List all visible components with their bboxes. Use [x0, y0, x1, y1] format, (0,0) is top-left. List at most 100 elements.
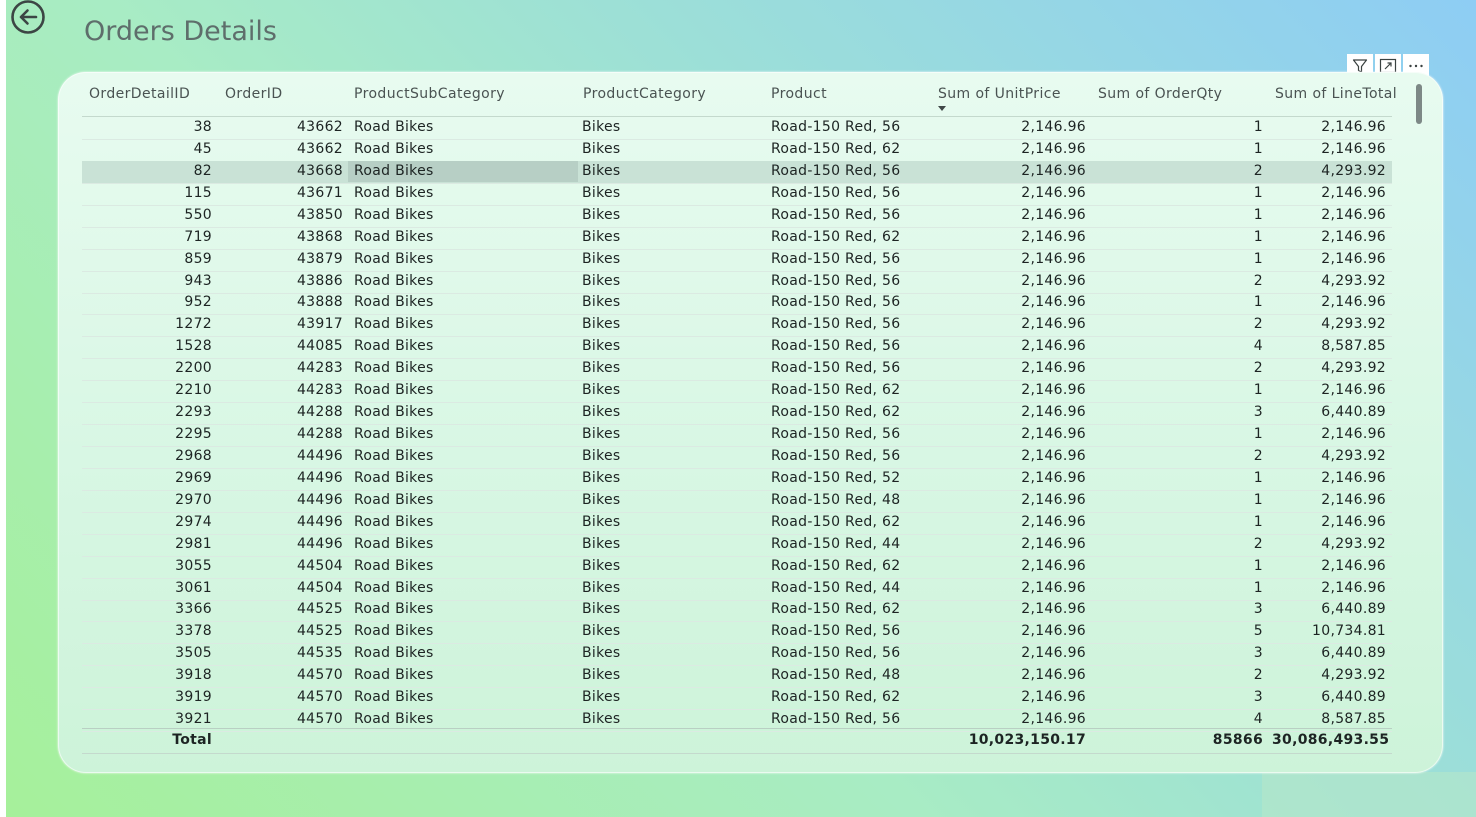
- table-row[interactable]: 115 43671 Road Bikes Bikes Road-150 Red, 56 2…: [82, 183, 1392, 206]
- cell-orderid: 44283: [296, 360, 343, 376]
- col-header-productcategory[interactable]: ProductCategory: [583, 86, 706, 102]
- table-row[interactable]: 2295 44288 Road Bikes Bikes Road-150 Red, 56…: [82, 424, 1392, 447]
- scrollbar-thumb[interactable]: [1416, 84, 1422, 124]
- cell-sum-unitprice: 2,146.96: [1021, 601, 1086, 617]
- table-row[interactable]: 2200 44283 Road Bikes Bikes Road-150 Red, 56…: [82, 358, 1392, 381]
- cell-sum-unitprice: 2,146.96: [1021, 689, 1086, 705]
- cell-sum-orderqty: 3: [1253, 601, 1263, 617]
- cell-orderid: 43671: [296, 185, 343, 201]
- cell-productsubcategory: Road Bikes: [354, 207, 434, 223]
- cell-product: Road-150 Red, 48: [771, 667, 901, 683]
- table-row[interactable]: 2974 44496 Road Bikes Bikes Road-150 Red, 62…: [82, 512, 1392, 535]
- cell-orderdetailid: 2293: [175, 404, 212, 420]
- cell-orderid: 44504: [296, 558, 343, 574]
- total-label: Total: [172, 732, 212, 748]
- cell-orderdetailid: 2210: [175, 382, 212, 398]
- cell-orderid: 44496: [296, 536, 343, 552]
- cell-productsubcategory: Road Bikes: [354, 141, 434, 157]
- cell-productsubcategory: Road Bikes: [354, 580, 434, 596]
- cell-productcategory: Bikes: [582, 558, 621, 574]
- table-row[interactable]: 2970 44496 Road Bikes Bikes Road-150 Red, 48…: [82, 490, 1392, 513]
- cell-product: Road-150 Red, 62: [771, 558, 901, 574]
- cell-product: Road-150 Red, 56: [771, 185, 901, 201]
- col-header-sum-orderqty[interactable]: Sum of OrderQty: [1098, 86, 1222, 102]
- table-row[interactable]: 3061 44504 Road Bikes Bikes Road-150 Red, 44…: [82, 578, 1392, 601]
- table-row[interactable]: 2293 44288 Road Bikes Bikes Road-150 Red, 62…: [82, 402, 1392, 425]
- col-header-sum-unitprice[interactable]: Sum of UnitPrice: [938, 86, 1061, 102]
- table-row[interactable]: 82 43668 Road Bikes Bikes Road-150 Red, 56 2,…: [82, 161, 1392, 184]
- cell-productsubcategory: Road Bikes: [354, 229, 434, 245]
- cell-productsubcategory: Road Bikes: [354, 645, 434, 661]
- cell-sum-linetotal: 2,146.96: [1321, 470, 1386, 486]
- table-row[interactable]: 3366 44525 Road Bikes Bikes Road-150 Red, 62…: [82, 599, 1392, 622]
- cell-product: Road-150 Red, 62: [771, 404, 901, 420]
- cell-sum-orderqty: 1: [1253, 580, 1263, 596]
- table-row[interactable]: 2210 44283 Road Bikes Bikes Road-150 Red, 62…: [82, 380, 1392, 403]
- back-button[interactable]: [10, 0, 46, 36]
- table-row[interactable]: 2981 44496 Road Bikes Bikes Road-150 Red, 44…: [82, 534, 1392, 557]
- cell-sum-orderqty: 1: [1253, 229, 1263, 245]
- table-row[interactable]: 38 43662 Road Bikes Bikes Road-150 Red, 56 2,…: [82, 117, 1392, 140]
- cell-orderdetailid: 719: [184, 229, 212, 245]
- cell-orderdetailid: 1528: [175, 338, 212, 354]
- cell-orderid: 44570: [296, 667, 343, 683]
- table-row[interactable]: 3505 44535 Road Bikes Bikes Road-150 Red, 56…: [82, 643, 1392, 666]
- cell-orderid: 44085: [296, 338, 343, 354]
- col-header-productsubcategory[interactable]: ProductSubCategory: [354, 86, 505, 102]
- cell-orderdetailid: 3918: [175, 667, 212, 683]
- back-arrow-icon: [11, 0, 45, 34]
- table-row[interactable]: 2968 44496 Road Bikes Bikes Road-150 Red, 56…: [82, 446, 1392, 469]
- col-header-orderdetailid[interactable]: OrderDetailID: [89, 86, 190, 102]
- cell-productsubcategory: Road Bikes: [354, 338, 434, 354]
- table-row[interactable]: 952 43888 Road Bikes Bikes Road-150 Red, 56 2…: [82, 292, 1392, 315]
- cell-productsubcategory: Road Bikes: [354, 623, 434, 639]
- table-row[interactable]: 3378 44525 Road Bikes Bikes Road-150 Red, 56…: [82, 621, 1392, 644]
- table-row[interactable]: 3918 44570 Road Bikes Bikes Road-150 Red, 48…: [82, 665, 1392, 688]
- cell-product: Road-150 Red, 62: [771, 229, 901, 245]
- cell-sum-unitprice: 2,146.96: [1021, 382, 1086, 398]
- cell-productcategory: Bikes: [582, 448, 621, 464]
- cell-sum-unitprice: 2,146.96: [1021, 426, 1086, 442]
- table-row[interactable]: 1272 43917 Road Bikes Bikes Road-150 Red, 56…: [82, 314, 1392, 337]
- table-row[interactable]: 3055 44504 Road Bikes Bikes Road-150 Red, 62…: [82, 556, 1392, 579]
- col-header-sum-linetotal[interactable]: Sum of LineTotal: [1275, 86, 1397, 102]
- col-header-product[interactable]: Product: [771, 86, 827, 102]
- cell-productcategory: Bikes: [582, 229, 621, 245]
- cell-sum-unitprice: 2,146.96: [1021, 163, 1086, 179]
- cell-productsubcategory: Road Bikes: [354, 601, 434, 617]
- table-row[interactable]: 3919 44570 Road Bikes Bikes Road-150 Red, 62…: [82, 687, 1392, 710]
- cell-productsubcategory: Road Bikes: [354, 558, 434, 574]
- cell-product: Road-150 Red, 62: [771, 382, 901, 398]
- cell-sum-linetotal: 4,293.92: [1321, 360, 1386, 376]
- cell-productsubcategory: Road Bikes: [354, 382, 434, 398]
- cell-productsubcategory: Road Bikes: [354, 294, 434, 310]
- cell-productcategory: Bikes: [582, 207, 621, 223]
- cell-productsubcategory: Road Bikes: [354, 404, 434, 420]
- col-header-orderid[interactable]: OrderID: [225, 86, 283, 102]
- cell-orderid: 44525: [296, 601, 343, 617]
- table-row[interactable]: 859 43879 Road Bikes Bikes Road-150 Red, 56 2…: [82, 249, 1392, 272]
- cell-productcategory: Bikes: [582, 338, 621, 354]
- table-row[interactable]: 45 43662 Road Bikes Bikes Road-150 Red, 62 2,…: [82, 139, 1392, 162]
- cell-orderid: 44525: [296, 623, 343, 639]
- table-row[interactable]: 943 43886 Road Bikes Bikes Road-150 Red, 56 2…: [82, 271, 1392, 294]
- vertical-scrollbar[interactable]: [1415, 84, 1423, 749]
- table-row[interactable]: 719 43868 Road Bikes Bikes Road-150 Red, 62 2…: [82, 227, 1392, 250]
- cell-orderid: 44504: [296, 580, 343, 596]
- cell-sum-orderqty: 1: [1253, 141, 1263, 157]
- cell-sum-unitprice: 2,146.96: [1021, 623, 1086, 639]
- cell-orderid: 44535: [296, 645, 343, 661]
- cell-productcategory: Bikes: [582, 711, 621, 727]
- cell-sum-unitprice: 2,146.96: [1021, 645, 1086, 661]
- cell-sum-orderqty: 1: [1253, 207, 1263, 223]
- cell-productcategory: Bikes: [582, 316, 621, 332]
- cell-productcategory: Bikes: [582, 667, 621, 683]
- table-row[interactable]: 550 43850 Road Bikes Bikes Road-150 Red, 56 2…: [82, 205, 1392, 228]
- cell-orderid: 43662: [296, 141, 343, 157]
- table-row[interactable]: 2969 44496 Road Bikes Bikes Road-150 Red, 52…: [82, 468, 1392, 491]
- cell-sum-linetotal: 4,293.92: [1321, 316, 1386, 332]
- cell-productsubcategory: Road Bikes: [354, 316, 434, 332]
- cell-productsubcategory: Road Bikes: [354, 492, 434, 508]
- cell-sum-unitprice: 2,146.96: [1021, 667, 1086, 683]
- table-row[interactable]: 1528 44085 Road Bikes Bikes Road-150 Red, 56…: [82, 336, 1392, 359]
